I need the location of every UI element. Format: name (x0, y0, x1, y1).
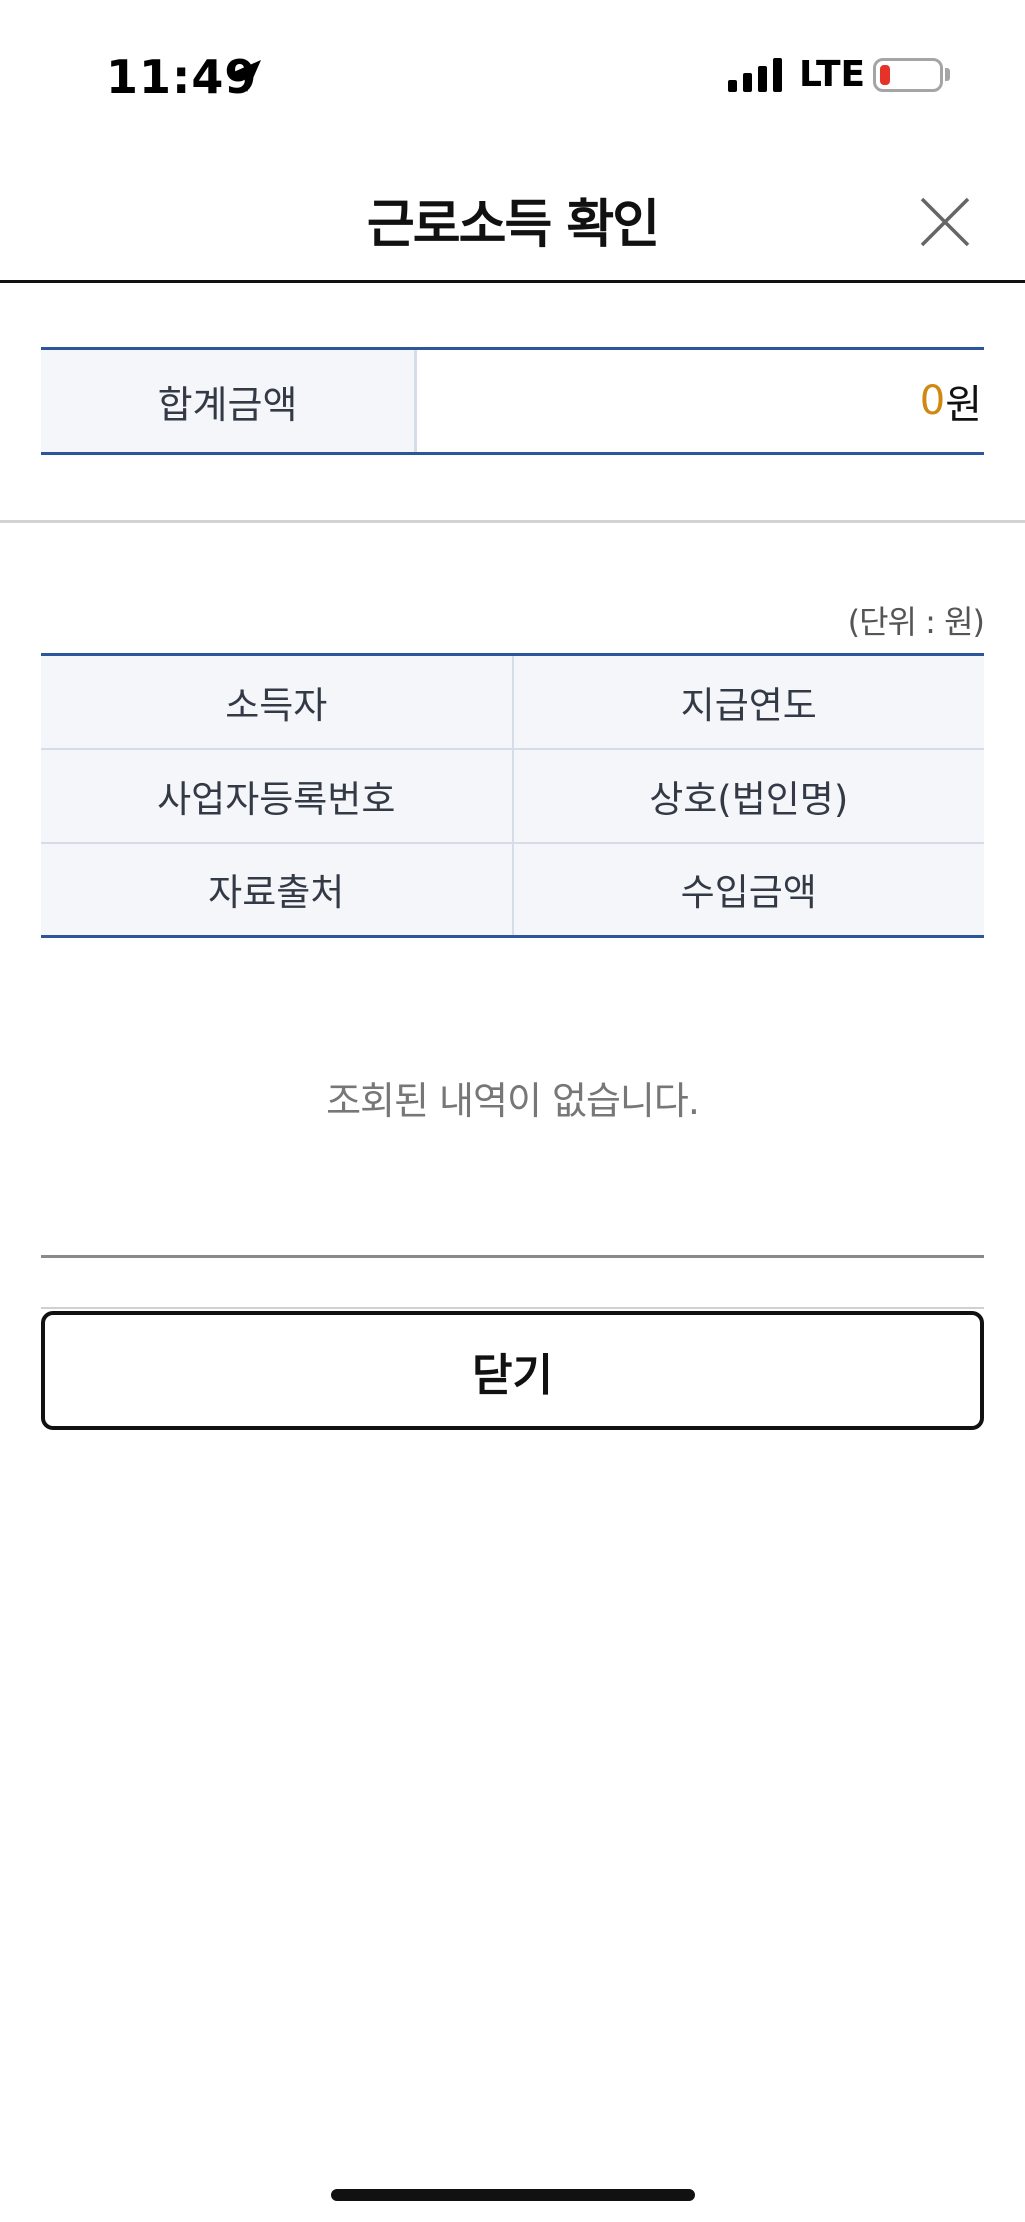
home-indicator[interactable] (331, 2189, 695, 2201)
col-business-number: 사업자등록번호 (41, 748, 514, 844)
total-amount-value: 0원 (417, 350, 984, 452)
list-separator (41, 1307, 984, 1309)
currency-unit: 원 (945, 382, 982, 428)
network-type: LTE (799, 54, 866, 95)
empty-message: 조회된 내역이 없습니다. (326, 1079, 700, 1123)
page-header: 근로소득 확인 (0, 160, 1025, 283)
col-income-amount: 수입금액 (512, 842, 984, 937)
col-payment-year: 지급연도 (512, 654, 984, 750)
table-header-row: 사업자등록번호 상호(법인명) (41, 748, 984, 844)
location-arrow-icon (229, 60, 261, 92)
col-earner: 소득자 (41, 654, 514, 750)
battery-tip (945, 68, 950, 81)
total-amount-row: 합계금액 0원 (41, 347, 984, 455)
battery-icon (873, 58, 943, 92)
page-title: 근로소득 확인 (366, 195, 660, 255)
income-table-header: 소득자 지급연도 사업자등록번호 상호(법인명) 자료출처 수입금액 (41, 653, 984, 938)
unit-label: (단위 : 원) (847, 603, 985, 641)
close-button[interactable]: 닫기 (41, 1311, 984, 1430)
close-icon[interactable] (918, 195, 972, 249)
col-data-source: 자료출처 (41, 842, 514, 937)
status-bar: 11:49 LTE (0, 0, 1025, 150)
table-header-row: 자료출처 수입금액 (41, 842, 984, 937)
total-amount-label: 합계금액 (41, 350, 417, 452)
section-divider (0, 520, 1025, 523)
table-header-row: 소득자 지급연도 (41, 654, 984, 750)
list-bottom-border (41, 1255, 984, 1258)
total-amount-number: 0 (919, 378, 946, 424)
battery-level (880, 65, 890, 85)
col-company-name: 상호(법인명) (512, 748, 984, 844)
signal-icon (728, 58, 782, 92)
